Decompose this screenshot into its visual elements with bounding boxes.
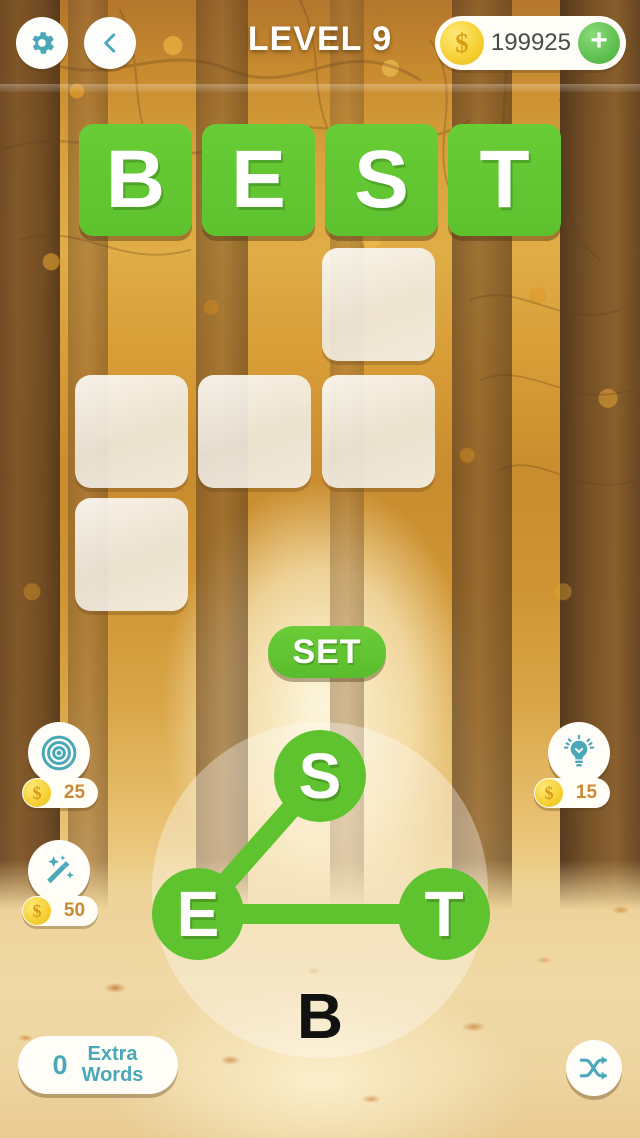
price-value: 15	[575, 782, 598, 803]
solved-letter-tile: T	[448, 124, 561, 236]
hint-powerup-button[interactable]	[548, 722, 610, 784]
coin-icon: $	[535, 779, 563, 807]
target-powerup-price: $ 25	[22, 778, 98, 808]
extra-words-label: Extra Words	[82, 1044, 144, 1086]
shuffle-button[interactable]	[566, 1040, 622, 1096]
magic-wand-powerup[interactable]: $ 50	[22, 840, 104, 926]
grid-slot	[322, 248, 435, 361]
target-powerup-button[interactable]	[28, 722, 90, 784]
magic-wand-icon	[47, 855, 74, 884]
grid-slot	[75, 375, 188, 488]
solved-letter-tile: S	[325, 124, 438, 236]
target-powerup[interactable]: $ 25	[22, 722, 104, 808]
coin-icon: $	[23, 897, 51, 925]
coin-count: 199925	[490, 29, 571, 56]
lightbulb-icon	[563, 734, 595, 767]
letter-wheel[interactable]: SE TB	[130, 720, 510, 1060]
price-value: 50	[63, 900, 86, 921]
price-value: 25	[63, 782, 86, 803]
target-icon	[41, 735, 77, 771]
coin-icon: $	[439, 21, 484, 65]
add-coins-button[interactable]: +	[578, 22, 620, 64]
extra-words-label-line1: Extra	[87, 1043, 138, 1065]
extra-words-count: 0	[52, 1049, 68, 1080]
solved-word-row: B E S T	[0, 124, 640, 238]
solved-letter-tile: E	[202, 124, 315, 236]
hint-powerup-price: $ 15	[534, 778, 610, 808]
extra-words-counter[interactable]: 0 Extra Words	[18, 1036, 178, 1094]
wheel-letter-b[interactable]: B	[274, 970, 366, 1062]
magic-wand-powerup-price: $ 50	[22, 896, 98, 926]
coin-icon: $	[23, 779, 51, 807]
grid-slot	[322, 375, 435, 488]
current-word-pill: SET	[268, 626, 386, 678]
coin-balance[interactable]: $ 199925 +	[434, 16, 626, 70]
grid-slot	[75, 498, 188, 611]
magic-wand-powerup-button[interactable]	[28, 840, 90, 902]
hint-powerup[interactable]: $ 15	[534, 722, 624, 808]
grid-slot	[198, 375, 311, 488]
header-bar: LEVEL 9 $ 199925 +	[0, 0, 640, 86]
extra-words-label-line2: Words	[81, 1064, 144, 1086]
wheel-letter-e[interactable]: E	[152, 868, 244, 960]
wheel-letter-s[interactable]: S	[274, 730, 366, 822]
solved-letter-tile: B	[79, 124, 192, 236]
shuffle-icon	[579, 1056, 608, 1080]
wheel-letter-t[interactable]: T	[398, 868, 490, 960]
crossword-grid	[0, 248, 640, 611]
